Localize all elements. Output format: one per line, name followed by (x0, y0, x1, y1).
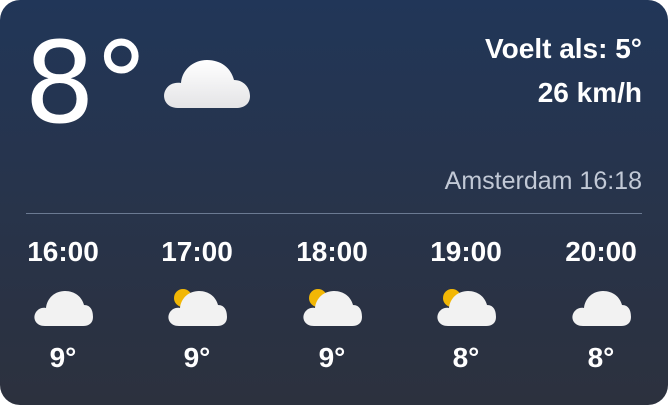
divider (26, 213, 642, 214)
partly-cloudy-icon (303, 289, 362, 326)
forecast-temperature: 8° (587, 342, 615, 373)
cloud-icon (34, 291, 93, 326)
forecast-temperature: 9° (49, 342, 77, 373)
forecast-time: 16:00 (27, 236, 99, 267)
location-time-text: Amsterdam 16:18 (444, 167, 642, 195)
feels-like-text: Voelt als: 5° (485, 33, 642, 64)
current-temperature: 8° (24, 19, 149, 149)
partly-cloudy-icon (437, 289, 496, 326)
forecast-temperature: 9° (318, 342, 346, 373)
forecast-time: 19:00 (430, 236, 502, 267)
hourly-forecast-item: 16:00 9° (8, 234, 118, 376)
hourly-forecast-item: 19:00 8° (411, 234, 521, 376)
cloud-icon (572, 291, 631, 326)
forecast-time: 20:00 (565, 236, 637, 267)
forecast-time: 18:00 (296, 236, 368, 267)
hourly-forecast-item: 18:00 9° (277, 234, 387, 376)
forecast-time: 17:00 (161, 236, 233, 267)
hourly-forecast-item: 17:00 9° (142, 234, 252, 376)
weather-widget[interactable]: 8° Voelt als: 5° 26 km/h Amsterdam 16:18… (0, 0, 668, 405)
forecast-temperature: 9° (183, 342, 211, 373)
cloud-icon (164, 60, 250, 108)
wind-speed-text: 26 km/h (537, 77, 642, 108)
partly-cloudy-icon (168, 289, 227, 326)
hourly-forecast-item: 20:00 8° (546, 234, 656, 376)
forecast-temperature: 8° (452, 342, 480, 373)
